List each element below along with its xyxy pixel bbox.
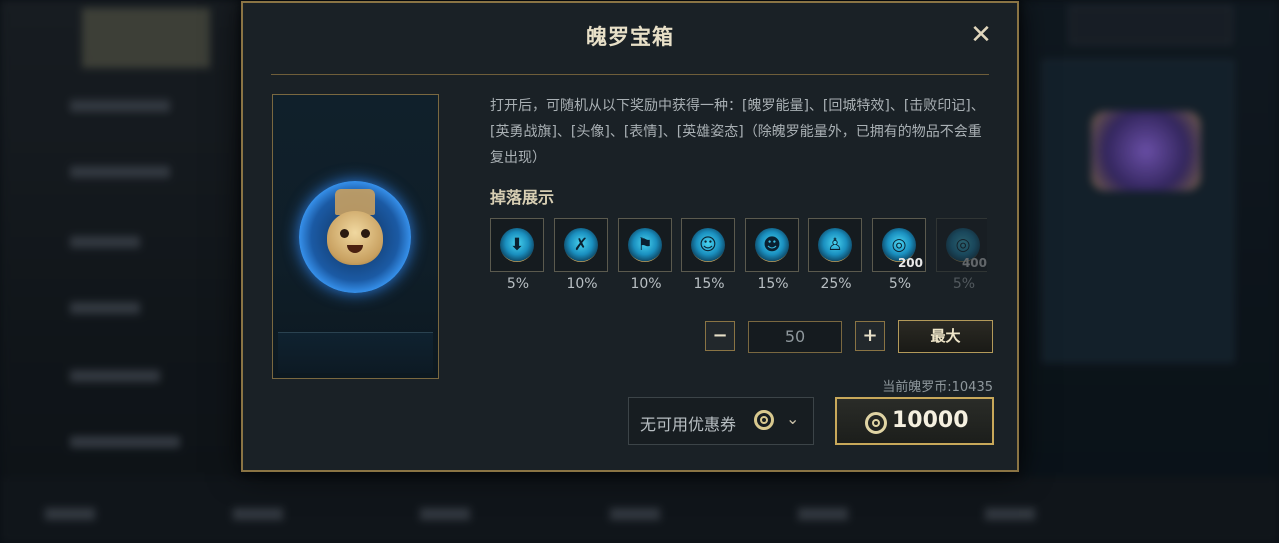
poro-coin-icon <box>754 410 774 430</box>
drop-percent: 10% <box>566 276 598 292</box>
drop-percent: 25% <box>820 276 852 292</box>
drop-item[interactable]: ✗ 10% <box>554 218 610 292</box>
background-bottom-item <box>45 508 95 520</box>
drop-item[interactable]: ♙ 25% <box>808 218 864 292</box>
background-menu-item <box>70 370 160 382</box>
poro-eye <box>361 229 370 238</box>
reward-description: 打开后，可随机从以下奖励中获得一种：[魄罗能量]、[回城特效]、[击败印记]、[… <box>490 98 985 166</box>
purchase-button[interactable]: 10000 <box>835 397 994 445</box>
drop-display-title: 掉落展示 <box>490 188 555 207</box>
background-bottom-item <box>610 508 660 520</box>
drop-item[interactable]: ⬇ 5% <box>490 218 546 292</box>
drop-item-frame: ♙ <box>808 218 862 272</box>
drop-percent: 10% <box>630 276 662 292</box>
max-quantity-button[interactable]: 最大 <box>898 320 993 353</box>
background-selected-item <box>82 8 210 68</box>
background-menu-item <box>70 236 140 248</box>
drop-percent: 5% <box>952 276 976 292</box>
emote-icon: ☻ <box>755 228 789 262</box>
background-card <box>1042 60 1234 362</box>
purchase-price: 10000 <box>892 408 969 433</box>
background-button <box>1070 6 1232 44</box>
drop-quantity: 400 <box>961 256 987 270</box>
preview-footer <box>278 332 433 373</box>
increase-quantity-button[interactable]: + <box>855 321 885 351</box>
drop-item[interactable]: ◎ 200 5% <box>872 218 928 292</box>
background-bottom-item <box>798 508 848 520</box>
recall-effect-icon: ⬇ <box>500 228 534 262</box>
coupon-label: 无可用优惠券 <box>640 415 737 434</box>
background-menu-item <box>70 166 170 178</box>
background-right-panel <box>1022 0 1279 543</box>
background-menu-item <box>70 436 180 448</box>
drop-item-frame: ⚑ <box>618 218 672 272</box>
chevron-down-icon: ⌄ <box>786 409 800 428</box>
poro-chest-dialog: 魄罗宝箱 ✕ 打开后，可随机从以下奖励中获得一种：[魄罗能量]、[回城特效]、[… <box>241 1 1019 472</box>
title-divider <box>271 74 989 75</box>
drop-item[interactable]: ☻ 15% <box>745 218 801 292</box>
poro-eye <box>340 229 349 238</box>
chest-preview <box>272 94 439 379</box>
champion-pose-icon: ♙ <box>818 228 852 262</box>
drop-percent: 15% <box>693 276 725 292</box>
drop-item-frame: ⬇ <box>490 218 544 272</box>
kill-mark-icon: ✗ <box>564 228 598 262</box>
poro-mouth <box>347 245 363 253</box>
drop-item[interactable]: ☺ 15% <box>681 218 737 292</box>
quantity-input[interactable]: 50 <box>748 321 842 353</box>
background-menu-item <box>70 302 140 314</box>
drop-percent: 15% <box>757 276 789 292</box>
close-button[interactable]: ✕ <box>969 22 993 48</box>
background-bottom-item <box>420 508 470 520</box>
dialog-title: 魄罗宝箱 <box>586 25 674 49</box>
drop-quantity: 200 <box>897 256 923 270</box>
drop-item-frame: ☻ <box>745 218 799 272</box>
drop-percent: 5% <box>506 276 530 292</box>
avatar-icon: ☺ <box>691 228 725 262</box>
poro-coin-icon <box>865 412 887 434</box>
drop-item-frame: ◎ 400 <box>936 218 987 272</box>
background-bottom-bar <box>0 478 1279 543</box>
drop-list: ⬇ 5% ✗ 10% ⚑ 10% ☺ 15% ☻ 15% ♙ 25% ◎ 200… <box>490 218 987 298</box>
poro-chest-icon <box>299 181 411 293</box>
poro-icon <box>327 211 383 265</box>
banner-icon: ⚑ <box>628 228 662 262</box>
background-bottom-item <box>233 508 283 520</box>
background-menu-item <box>70 100 170 112</box>
drop-percent: 5% <box>888 276 912 292</box>
background-gem <box>1091 111 1201 191</box>
drop-item[interactable]: ◎ 400 5% <box>936 218 987 292</box>
drop-item-frame: ✗ <box>554 218 608 272</box>
drop-item-frame: ◎ 200 <box>872 218 926 272</box>
poro-coin-balance: 当前魄罗币:10435 <box>882 380 993 395</box>
background-bottom-item <box>985 508 1035 520</box>
background-left-menu <box>0 0 240 543</box>
drop-item[interactable]: ⚑ 10% <box>618 218 674 292</box>
decrease-quantity-button[interactable]: − <box>705 321 735 351</box>
coupon-dropdown[interactable]: 无可用优惠券 ⌄ <box>628 397 814 445</box>
drop-item-frame: ☺ <box>681 218 735 272</box>
